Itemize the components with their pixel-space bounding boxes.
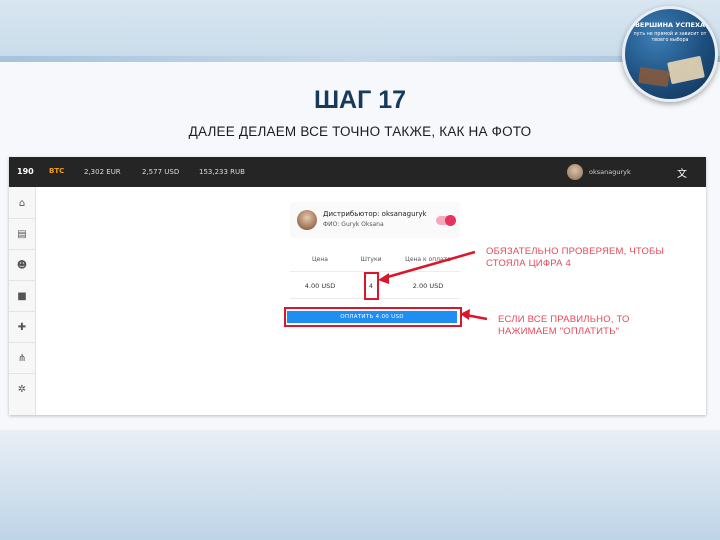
annotation-arrows	[378, 250, 488, 321]
slide-subtitle: ДАЛЕЕ ДЕЛАЕМ ВСЕ ТОЧНО ТАКЖЕ, КАК НА ФОТ…	[188, 124, 532, 139]
instruction-line: ЕСЛИ ВСЕ ПРАВИЛЬНО, ТО	[498, 314, 630, 325]
instruction-line: НАЖИМАЕМ "ОПЛАТИТЬ"	[498, 326, 620, 337]
app-screenshot: 190 BTC 2,302 EUR 2,577 USD 153,233 RUB …	[9, 157, 706, 415]
slide-header-band	[0, 0, 720, 62]
logo-title: ВЕРШИНА УСПЕХА	[634, 21, 706, 29]
arrow-head-quantity	[378, 273, 389, 284]
slide-footer-band	[0, 430, 720, 540]
instruction-press-pay: ЕСЛИ ВСЕ ПРАВИЛЬНО, ТО НАЖИМАЕМ "ОПЛАТИТ…	[498, 314, 630, 338]
logo-book-image-2	[638, 66, 670, 88]
instruction-check-quantity: ОБЯЗАТЕЛЬНО ПРОВЕРЯЕМ, ЧТОБЫ СТОЯЛА ЦИФР…	[486, 246, 664, 270]
arrow-head-pay	[460, 309, 470, 320]
logo-book-image	[667, 55, 705, 85]
instruction-line: ОБЯЗАТЕЛЬНО ПРОВЕРЯЕМ, ЧТОБЫ	[486, 246, 665, 257]
slide-title: ШАГ 17	[313, 86, 407, 114]
arrow-to-quantity	[383, 250, 476, 280]
logo-tagline: путь не прямой и зависит от твоего выбор…	[633, 32, 707, 43]
instruction-line: СТОЯЛА ЦИФРА 4	[486, 258, 572, 269]
